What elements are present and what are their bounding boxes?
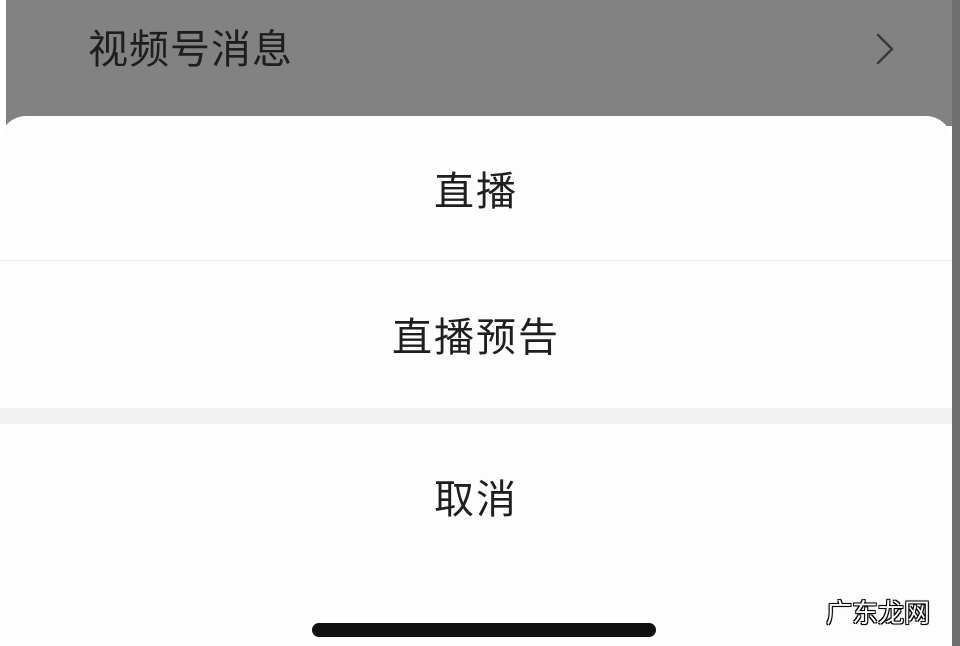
chevron-right-icon [876, 33, 894, 65]
action-sheet: 直播 直播预告 取消 [0, 116, 952, 646]
channels-message-label: 视频号消息 [88, 27, 293, 73]
home-indicator[interactable] [312, 623, 656, 637]
watermark-text: 广东龙网 [826, 599, 931, 629]
channels-message-row: 视频号消息 [6, 0, 952, 126]
live-option-button[interactable]: 直播 [0, 116, 952, 260]
cancel-separator [0, 408, 952, 424]
live-preview-option-button[interactable]: 直播预告 [0, 261, 952, 406]
cancel-button[interactable]: 取消 [0, 424, 952, 568]
screen-edge [952, 0, 960, 646]
